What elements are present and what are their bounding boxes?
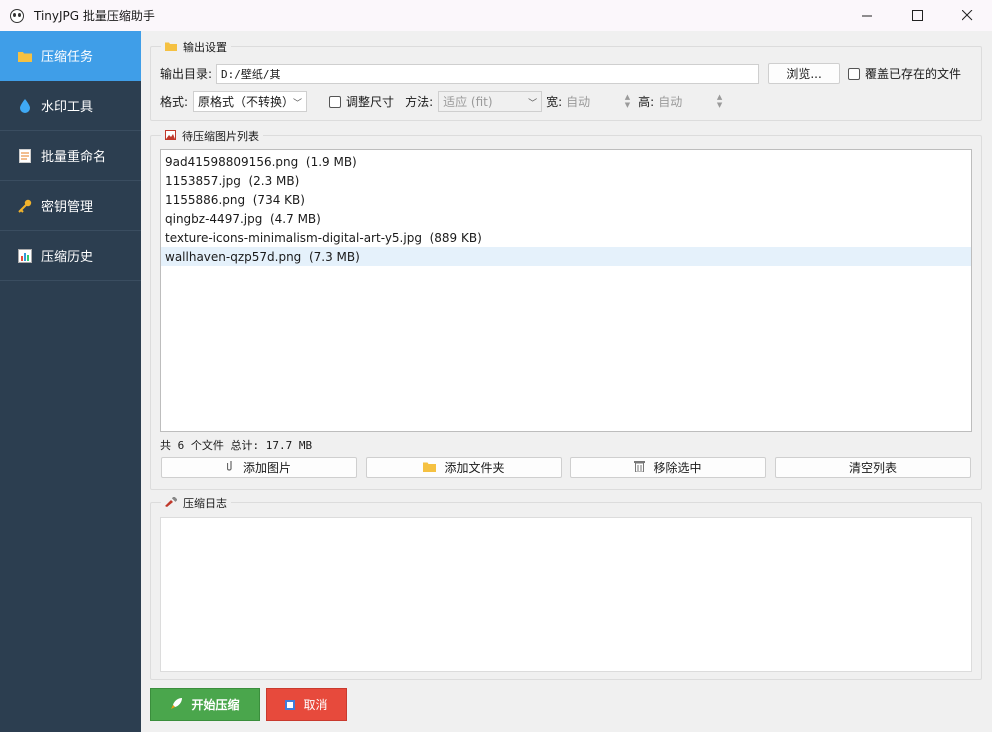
format-row: 格式: 原格式（不转换） ﹀ 调整尺寸 方法: 适应 (fit) ﹀ 宽: 自动… <box>160 91 724 112</box>
height-label: 高: <box>638 95 655 109</box>
panda-icon <box>10 8 24 23</box>
key-icon <box>18 199 32 213</box>
main-panel: 输出设置 输出目录: D:/壁纸/其 浏览... 覆盖已存在的文件 格式: 原格… <box>141 31 992 732</box>
spin-arrows-icon: ▲ ▼ <box>624 93 631 109</box>
resize-label: 调整尺寸 <box>346 95 395 109</box>
overwrite-label: 覆盖已存在的文件 <box>865 67 962 81</box>
document-icon <box>18 148 32 163</box>
overwrite-checkbox[interactable] <box>848 67 861 80</box>
file-summary: 共 6 个文件 总计: 17.7 MB <box>160 439 313 452</box>
window-controls <box>842 0 992 31</box>
output-dir-input[interactable]: D:/壁纸/其 <box>216 63 760 84</box>
paperclip-icon <box>226 460 235 475</box>
close-button[interactable] <box>942 0 992 31</box>
cancel-button[interactable]: 取消 <box>266 688 347 721</box>
list-item[interactable]: texture-icons-minimalism-digital-art-y5.… <box>161 228 971 247</box>
list-item[interactable]: 1153857.jpg (2.3 MB) <box>161 171 971 190</box>
rocket-icon <box>170 697 183 713</box>
height-spinbox[interactable]: 自动 ▲ ▼ <box>654 91 724 112</box>
minimize-icon <box>861 15 872 17</box>
sidebar-item-label: 压缩任务 <box>41 50 94 65</box>
format-label: 格式: <box>160 95 189 109</box>
sidebar-item-watermark[interactable]: 水印工具 <box>0 81 141 131</box>
method-select[interactable]: 适应 (fit) ﹀ <box>438 91 543 112</box>
sidebar-item-label: 密钥管理 <box>41 200 94 215</box>
sidebar-item-label: 压缩历史 <box>41 250 94 265</box>
sidebar-item-label: 水印工具 <box>41 100 94 115</box>
sidebar-item-history[interactable]: 压缩历史 <box>0 231 141 281</box>
add-folder-button[interactable]: 添加文件夹 <box>366 457 562 478</box>
chevron-down-icon: ﹀ <box>293 99 303 109</box>
width-spinbox[interactable]: 自动 ▲ ▼ <box>562 91 632 112</box>
start-compress-button[interactable]: 开始压缩 <box>150 688 260 721</box>
list-item[interactable]: 1155886.png (734 KB) <box>161 190 971 209</box>
remove-selected-button[interactable]: 移除选中 <box>570 457 766 478</box>
output-dir-label: 输出目录: <box>160 67 213 81</box>
maximize-button[interactable] <box>892 0 942 31</box>
trash-icon <box>634 460 646 475</box>
stop-icon <box>285 699 296 710</box>
sidebar-item-label: 批量重命名 <box>41 150 107 165</box>
picture-icon <box>165 129 176 143</box>
output-dir-row: 输出目录: D:/壁纸/其 浏览... 覆盖已存在的文件 <box>160 63 961 84</box>
browse-button[interactable]: 浏览... <box>768 63 841 84</box>
resize-checkbox[interactable] <box>329 95 342 108</box>
file-list-title: 待压缩图片列表 <box>161 128 263 144</box>
minimize-button[interactable] <box>842 0 892 31</box>
log-textarea[interactable] <box>160 517 972 672</box>
folder-icon <box>165 41 177 54</box>
file-list[interactable]: 9ad41598809156.png (1.9 MB) 1153857.jpg … <box>160 149 972 432</box>
title-bar: TinyJPG 批量压缩助手 <box>0 0 992 31</box>
list-item-selected[interactable]: wallhaven-qzp57d.png (7.3 MB) <box>161 247 971 266</box>
sidebar-item-compress-tasks[interactable]: 压缩任务 <box>0 31 141 81</box>
sidebar: 压缩任务 水印工具 批量重命名 密钥管理 压缩历史 <box>0 31 141 732</box>
chevron-down-icon: ﹀ <box>528 99 538 109</box>
format-select[interactable]: 原格式（不转换） ﹀ <box>193 91 308 112</box>
log-title: 压缩日志 <box>161 495 231 511</box>
maximize-icon <box>911 10 923 21</box>
folder-icon <box>423 461 437 475</box>
method-label: 方法: <box>405 95 434 109</box>
clear-list-button[interactable]: 清空列表 <box>775 457 971 478</box>
add-images-button[interactable]: 添加图片 <box>161 457 357 478</box>
chart-icon <box>18 248 32 263</box>
window-title: TinyJPG 批量压缩助手 <box>34 9 155 23</box>
sidebar-item-key-management[interactable]: 密钥管理 <box>0 181 141 231</box>
brush-icon <box>165 495 178 510</box>
spin-arrows-icon: ▲ ▼ <box>716 93 723 109</box>
width-label: 宽: <box>546 95 563 109</box>
list-item[interactable]: 9ad41598809156.png (1.9 MB) <box>161 152 971 171</box>
folder-icon <box>18 49 32 63</box>
output-settings-title: 输出设置 <box>161 39 231 55</box>
droplet-icon <box>18 98 32 113</box>
sidebar-item-batch-rename[interactable]: 批量重命名 <box>0 131 141 181</box>
close-icon <box>961 10 972 21</box>
list-item[interactable]: qingbz-4497.jpg (4.7 MB) <box>161 209 971 228</box>
